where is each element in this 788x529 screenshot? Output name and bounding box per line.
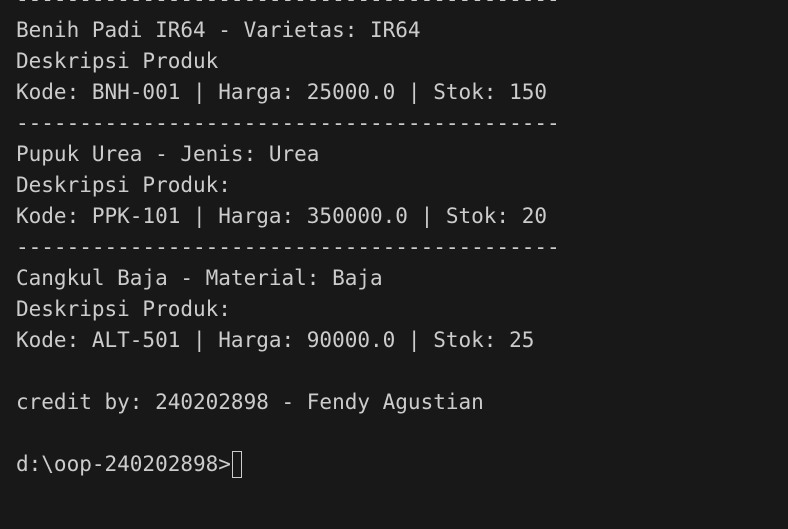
prompt-text: d:\oop-240202898> bbox=[16, 452, 231, 476]
separator-line: ----------------------------------------… bbox=[16, 111, 560, 135]
product-description-label: Deskripsi Produk: bbox=[16, 173, 231, 197]
terminal-window[interactable]: ----------------------------------------… bbox=[0, 0, 788, 529]
product-description-label: Deskripsi Produk bbox=[16, 49, 219, 73]
product-title: Pupuk Urea - Jenis: Urea bbox=[16, 142, 320, 166]
separator-line: ----------------------------------------… bbox=[16, 235, 560, 259]
command-prompt-line[interactable]: d:\oop-240202898> bbox=[16, 449, 242, 480]
product-title: Cangkul Baja - Material: Baja bbox=[16, 266, 383, 290]
product-details: Kode: PPK-101 | Harga: 350000.0 | Stok: … bbox=[16, 204, 548, 228]
product-details: Kode: ALT-501 | Harga: 90000.0 | Stok: 2… bbox=[16, 328, 535, 352]
product-details: Kode: BNH-001 | Harga: 25000.0 | Stok: 1… bbox=[16, 80, 548, 104]
product-title: Benih Padi IR64 - Varietas: IR64 bbox=[16, 18, 421, 42]
separator-line: ----------------------------------------… bbox=[16, 0, 560, 15]
product-description-label: Deskripsi Produk: bbox=[16, 297, 231, 321]
credit-line: credit by: 240202898 - Fendy Agustian bbox=[16, 390, 484, 414]
text-cursor bbox=[231, 450, 242, 478]
